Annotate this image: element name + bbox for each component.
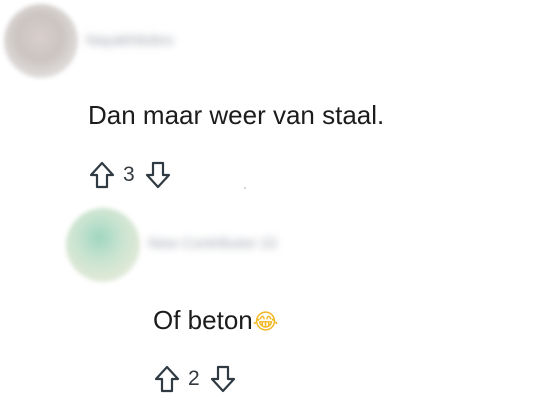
arrow-down-outline-icon	[210, 365, 235, 393]
avatar[interactable]	[66, 208, 140, 282]
comment-thread: Nayakhilobro Dan maar weer van staal. 3 …	[0, 0, 540, 406]
divider-dot	[244, 187, 246, 189]
username[interactable]: Nayakhilobro	[86, 30, 242, 52]
upvote-button[interactable]	[152, 364, 182, 394]
downvote-button[interactable]	[208, 364, 238, 394]
avatar[interactable]	[4, 4, 78, 78]
vote-count: 3	[123, 163, 135, 186]
arrow-up-outline-icon	[89, 161, 115, 189]
laughing-emoji: 😂	[252, 310, 279, 335]
arrow-down-outline-icon	[145, 161, 170, 189]
comment-text: Of beton	[153, 305, 253, 335]
upvote-button[interactable]	[87, 160, 117, 190]
vote-controls: 2	[152, 364, 238, 394]
downvote-button[interactable]	[143, 160, 173, 190]
username[interactable]: New Contributor 22	[148, 233, 382, 255]
comment-body: Of beton😂	[153, 305, 278, 338]
vote-controls: 3	[87, 160, 173, 190]
vote-count: 2	[188, 367, 200, 390]
arrow-up-outline-icon	[154, 365, 180, 393]
comment-body: Dan maar weer van staal.	[88, 100, 385, 130]
